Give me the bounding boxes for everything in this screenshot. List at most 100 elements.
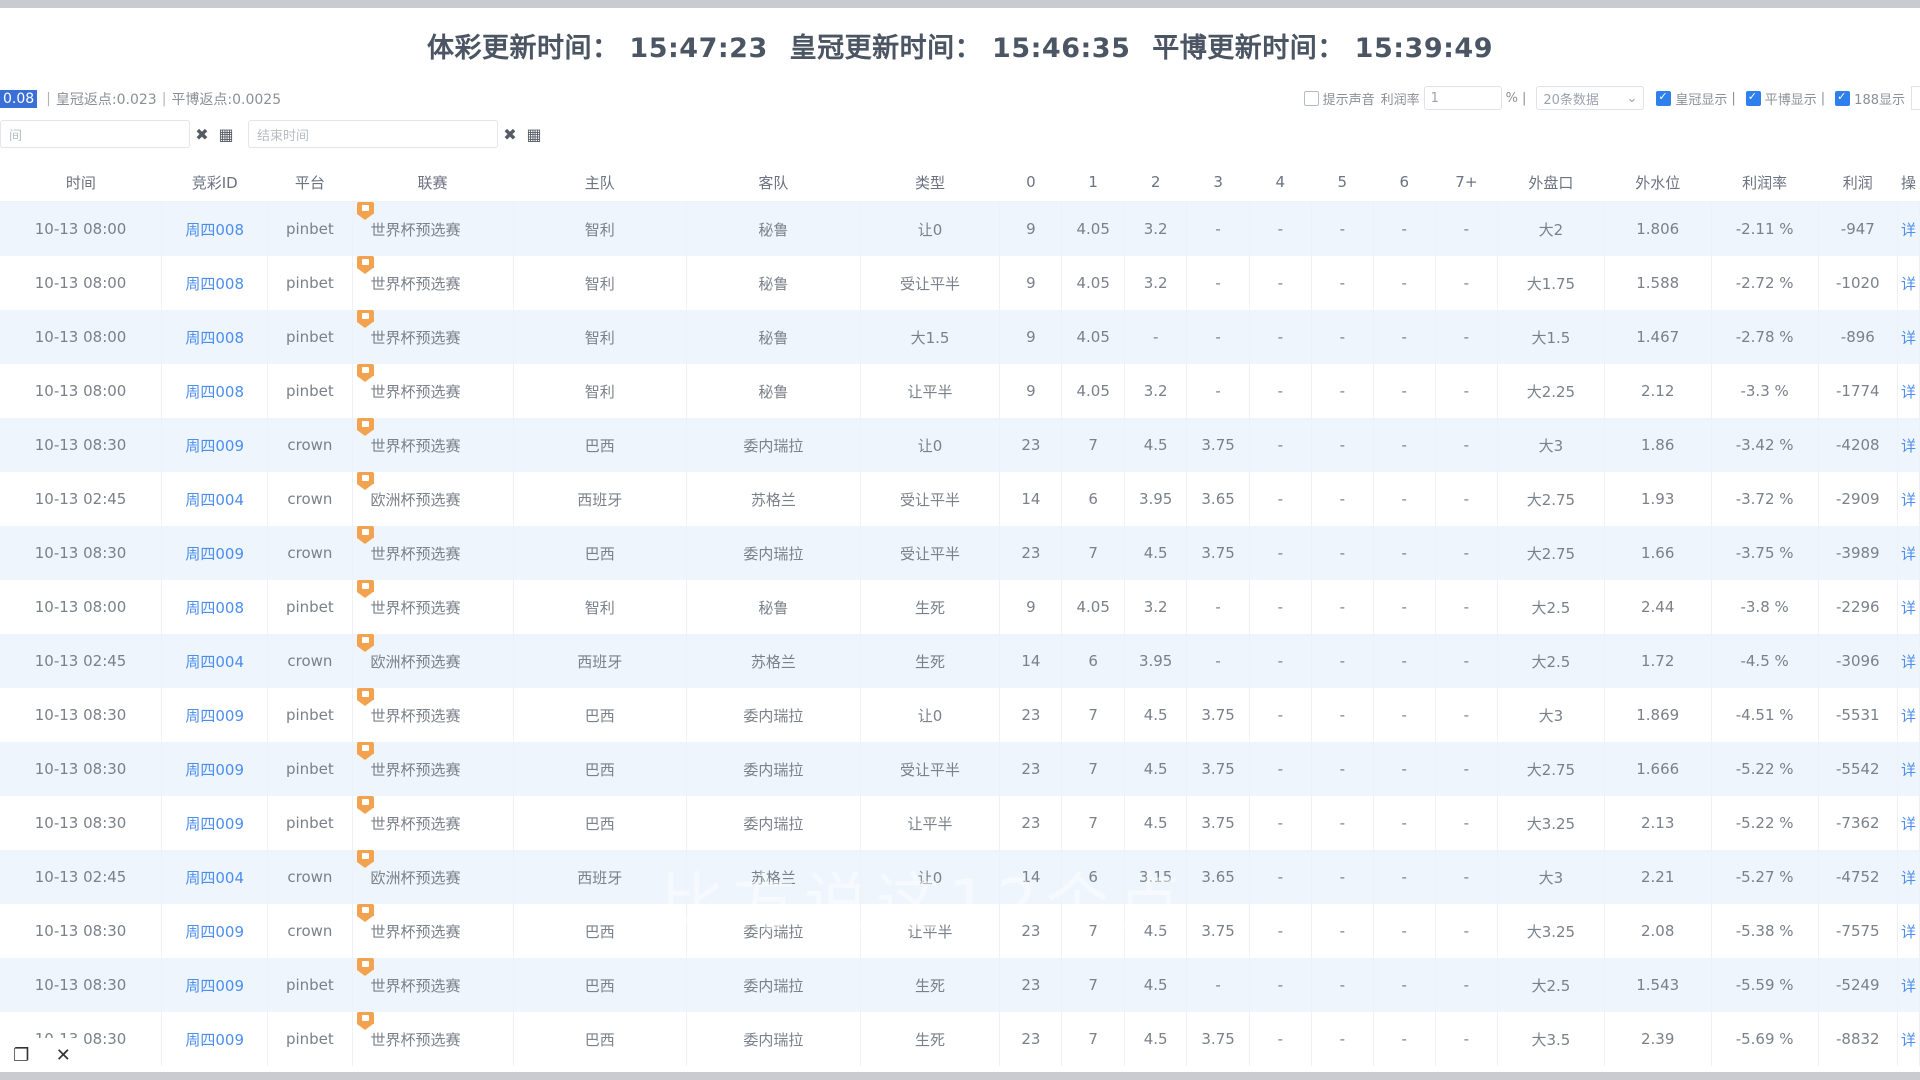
cell-action[interactable]: 详: [1897, 958, 1920, 1012]
table-row[interactable]: 10-13 08:00 周四008 pinbet 世界杯预选赛 智利 秘鲁 让平半 9 4.05…: [0, 364, 1920, 418]
cell-action[interactable]: 详: [1897, 364, 1920, 418]
sound-checkbox[interactable]: [1303, 90, 1319, 106]
cell-league: 世界杯预选赛: [352, 904, 514, 958]
cell-match-id[interactable]: 周四004: [161, 634, 269, 688]
cell-outer-odds: 1.543: [1604, 958, 1712, 1012]
table-row[interactable]: 10-13 08:30 周四009 crown 世界杯预选赛 巴西 委内瑞拉 受让平半 23 7…: [0, 526, 1920, 580]
cell-action[interactable]: 详: [1897, 850, 1920, 904]
cell-bet-type: 受让平半: [860, 472, 1001, 526]
table-row[interactable]: 10-13 08:30 周四009 crown 世界杯预选赛 巴西 委内瑞拉 让平半 23 7 4…: [0, 904, 1920, 958]
table-row[interactable]: 10-13 08:30周四009pinbet世界杯预选赛巴西委内瑞拉生死2374…: [0, 1012, 1920, 1066]
cell-outer-line: 大3: [1497, 850, 1605, 904]
cell-odds-4: -: [1249, 472, 1312, 526]
cell-bet-type: 让0: [860, 418, 1001, 472]
cell-action[interactable]: 详: [1897, 580, 1920, 634]
cell-home-team: 巴西: [513, 796, 688, 850]
cell-action[interactable]: 详: [1897, 904, 1920, 958]
cell-match-id[interactable]: 周四008: [161, 580, 269, 634]
more-control[interactable]: [1911, 86, 1920, 110]
crown-show-checkbox[interactable]: [1656, 90, 1672, 106]
cell-odds-6: -: [1373, 310, 1436, 364]
cell-action[interactable]: 详: [1897, 256, 1920, 310]
cell-match-id[interactable]: 周四004: [161, 850, 269, 904]
cell-profit-rate: -3.42 %: [1711, 418, 1819, 472]
cell-outer-line: 大2.5: [1497, 958, 1605, 1012]
shield-badge-icon: [356, 958, 374, 976]
cell-match-id[interactable]: 周四009: [161, 688, 269, 742]
cell-odds-1: 7: [1061, 742, 1125, 796]
cell-league: 世界杯预选赛: [352, 688, 514, 742]
start-time-input[interactable]: 间: [0, 120, 190, 148]
cell-profit: -4752: [1818, 850, 1898, 904]
table-row[interactable]: 10-13 02:45 周四004 crown 欧洲杯预选赛 西班牙 苏格兰 让0 14 6 3.…: [0, 850, 1920, 904]
cell-match-id[interactable]: 周四008: [161, 310, 269, 364]
cell-platform: pinbet: [267, 364, 353, 418]
table-row[interactable]: 10-13 08:30 周四009 pinbet 世界杯预选赛 巴西 委内瑞拉 受让平半 23…: [0, 742, 1920, 796]
cell-action[interactable]: 详: [1897, 634, 1920, 688]
cell-match-id[interactable]: 周四009: [161, 796, 269, 850]
cell-odds-3: -: [1186, 256, 1250, 310]
cell-odds-3: 3.75: [1186, 742, 1250, 796]
restore-icon[interactable]: ❐: [13, 1045, 29, 1066]
table-row[interactable]: 10-13 08:00 周四008 pinbet 世界杯预选赛 智利 秘鲁 让0 9 4.05 3…: [0, 201, 1920, 256]
cell-home-team: 智利: [513, 310, 688, 364]
cell-odds-3: -: [1186, 634, 1250, 688]
cell-odds-3: -: [1186, 364, 1250, 418]
cell-action[interactable]: 详: [1897, 796, 1920, 850]
cell-match-id[interactable]: 周四009: [161, 418, 269, 472]
cell-outer-line: 大3.25: [1497, 904, 1605, 958]
cell-odds-7plus: -: [1435, 364, 1498, 418]
table-row[interactable]: 10-13 08:00 周四008 pinbet 世界杯预选赛 智利 秘鲁 生死 9 4.05 3…: [0, 580, 1920, 634]
page-size-value: 20条数据: [1543, 92, 1599, 108]
cell-match-id[interactable]: 周四009: [161, 742, 269, 796]
cell-profit-rate: -3.8 %: [1711, 580, 1819, 634]
cell-odds-3: 3.75: [1186, 904, 1250, 958]
cell-action[interactable]: 详: [1897, 526, 1920, 580]
cell-match-id[interactable]: 周四009: [161, 1012, 269, 1066]
cell-time: 10-13 08:30: [0, 418, 163, 472]
cell-action[interactable]: 详: [1897, 1012, 1920, 1066]
cell-action[interactable]: 详: [1897, 201, 1920, 256]
table-row[interactable]: 10-13 02:45 周四004 crown 欧洲杯预选赛 西班牙 苏格兰 受让平半 14 6…: [0, 472, 1920, 526]
cell-time: 10-13 08:00: [0, 364, 163, 418]
cell-away-team: 秘鲁: [686, 364, 861, 418]
cell-action[interactable]: 详: [1897, 688, 1920, 742]
cell-time: 10-13 08:00: [0, 310, 163, 364]
cell-match-id[interactable]: 周四004: [161, 472, 269, 526]
clear-end-icon[interactable]: ✖: [498, 125, 522, 144]
close-icon[interactable]: ✕: [56, 1045, 71, 1066]
cell-match-id[interactable]: 周四009: [161, 526, 269, 580]
clear-start-icon[interactable]: ✖: [190, 125, 214, 144]
cell-odds-6: -: [1373, 526, 1436, 580]
cell-match-id[interactable]: 周四008: [161, 201, 269, 256]
table-row[interactable]: 10-13 08:30 周四009 pinbet 世界杯预选赛 巴西 委内瑞拉 让平半 23 7…: [0, 796, 1920, 850]
table-row[interactable]: 10-13 08:30 周四009 pinbet 世界杯预选赛 巴西 委内瑞拉 让0 23 7 4…: [0, 688, 1920, 742]
end-time-input[interactable]: 结束时间: [248, 120, 498, 148]
table-row[interactable]: 10-13 08:30周四009pinbet世界杯预选赛巴西委内瑞拉生死2374…: [0, 958, 1920, 1012]
table-row[interactable]: 10-13 08:00 周四008 pinbet 世界杯预选赛 智利 秘鲁 受让平半 9 4.0…: [0, 256, 1920, 310]
cell-action[interactable]: 详: [1897, 472, 1920, 526]
cell-outer-line: 大2.5: [1497, 634, 1605, 688]
cell-time: 10-13 08:30: [0, 688, 163, 742]
b188-show-checkbox[interactable]: [1835, 90, 1851, 106]
cell-match-id[interactable]: 周四008: [161, 256, 269, 310]
cell-action[interactable]: 详: [1897, 742, 1920, 796]
pinbet-show-checkbox[interactable]: [1745, 90, 1761, 106]
cell-odds-2: 4.5: [1124, 688, 1188, 742]
cell-match-id[interactable]: 周四008: [161, 364, 269, 418]
calendar-end-icon[interactable]: ▦: [522, 125, 546, 144]
page-size-select[interactable]: 20条数据 ⌄: [1536, 86, 1645, 110]
cell-match-id[interactable]: 周四009: [161, 958, 269, 1012]
table-row[interactable]: 10-13 08:00 周四008 pinbet 世界杯预选赛 智利 秘鲁 大1.5 9 4.0…: [0, 310, 1920, 364]
cell-action[interactable]: 详: [1897, 310, 1920, 364]
cell-match-id[interactable]: 周四009: [161, 904, 269, 958]
table-row[interactable]: 10-13 08:30 周四009 crown 世界杯预选赛 巴西 委内瑞拉 让0 23 7 4.…: [0, 418, 1920, 472]
cell-home-team: 巴西: [513, 904, 688, 958]
cell-profit: -1774: [1818, 364, 1898, 418]
calendar-start-icon[interactable]: ▦: [214, 125, 238, 144]
table-body: 10-13 08:00 周四008 pinbet 世界杯预选赛 智利 秘鲁 让0 9 4.05 3…: [0, 201, 1920, 1066]
profit-rate-input[interactable]: 1: [1423, 86, 1502, 110]
table-row[interactable]: 10-13 02:45 周四004 crown 欧洲杯预选赛 西班牙 苏格兰 生死 14 6 3.…: [0, 634, 1920, 688]
cell-action[interactable]: 详: [1897, 418, 1920, 472]
header-away-team: 客队: [686, 163, 861, 202]
